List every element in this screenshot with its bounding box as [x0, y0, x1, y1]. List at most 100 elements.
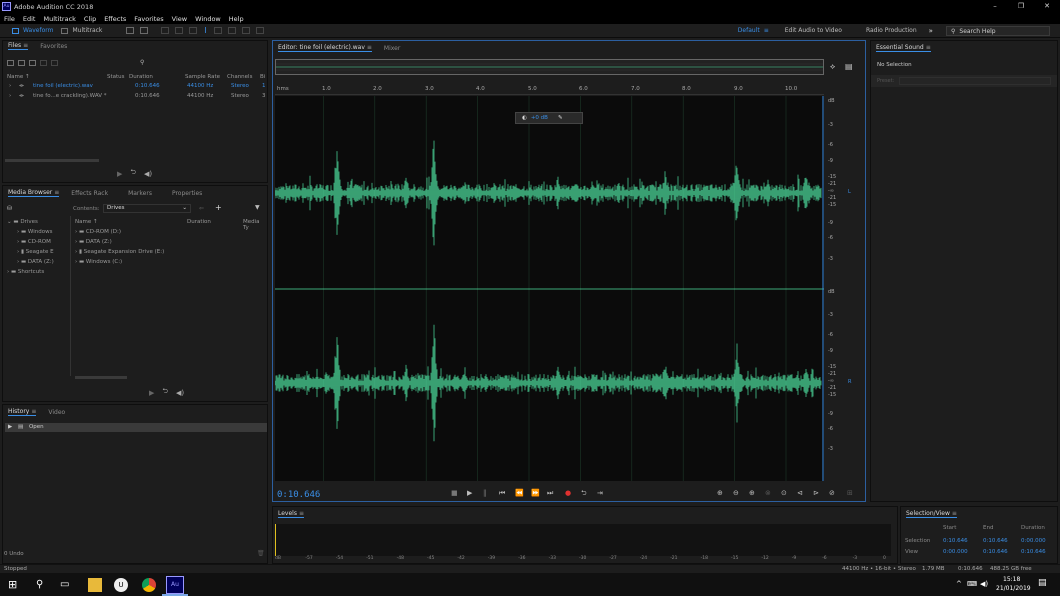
file-explorer-icon[interactable] [88, 578, 102, 592]
tab-essential-sound[interactable]: Essential Sound ≡ [876, 44, 931, 52]
zoom-in-point-icon[interactable]: ⊲ [797, 489, 803, 497]
gain-knob-icon[interactable]: ◐ [522, 115, 527, 121]
history-item[interactable]: ▶ ▤ Open [5, 423, 267, 432]
close-icon[interactable]: ✕ [1034, 0, 1060, 13]
file-row[interactable]: › ⟛ tine foil (electric).wav 0:10.646 44… [9, 83, 267, 91]
waveform-mode-button[interactable]: Waveform [8, 26, 57, 36]
maximize-icon[interactable]: ❐ [1008, 0, 1034, 13]
zoom-selection-icon[interactable]: ⊙ [781, 489, 787, 497]
pin-icon[interactable]: ✎ [558, 115, 563, 121]
tray-chevron-icon[interactable]: ^ [956, 580, 962, 588]
menu-window[interactable]: Window [195, 15, 221, 23]
open-file-icon[interactable] [7, 59, 14, 66]
loop-playback-icon[interactable]: ⮌ [581, 489, 587, 500]
search-icon[interactable]: ⚲ [36, 578, 50, 592]
zoom-out-full-icon[interactable]: ⊗ [765, 489, 771, 497]
files-search-icon[interactable]: ⚲ [140, 59, 144, 66]
col-bits[interactable]: Bi [260, 74, 265, 80]
selection-duration[interactable]: 0:00.000 [1021, 538, 1046, 544]
taskbar-time[interactable]: 15:18 [1003, 576, 1020, 583]
play-icon[interactable]: ▶ [467, 489, 472, 497]
add-shortcut-icon[interactable]: + [215, 203, 222, 212]
zoom-in-amplitude-icon[interactable]: ⊕ [717, 489, 723, 497]
marquee-tool-icon[interactable] [213, 27, 222, 34]
overview-navigator[interactable] [275, 59, 824, 75]
brush-tool-icon[interactable] [241, 27, 250, 34]
delete-history-icon[interactable]: 🗑 [257, 550, 265, 557]
multitrack-mode-button[interactable]: Multitrack [57, 26, 106, 36]
workspace-default[interactable]: Default [738, 27, 760, 34]
time-selection-tool-icon[interactable]: I [204, 26, 206, 35]
contents-dropdown[interactable]: Drives ⌄ [103, 204, 191, 213]
skip-to-start-icon[interactable]: ⏮ [499, 489, 505, 498]
chrome-icon[interactable] [142, 578, 156, 592]
network-icon[interactable]: ⌨ [967, 580, 977, 588]
menu-clip[interactable]: Clip [84, 15, 96, 23]
razor-tool-icon[interactable] [175, 27, 184, 34]
expand-icon[interactable]: › [9, 93, 11, 99]
menu-edit[interactable]: Edit [23, 15, 36, 23]
notifications-icon[interactable]: ▤ [1038, 578, 1047, 588]
windows-start-icon[interactable]: ⊞ [8, 578, 22, 592]
zoom-out-point-icon[interactable]: ⊳ [813, 489, 819, 497]
zoom-out-amplitude-icon[interactable]: ⊖ [733, 489, 739, 497]
workspace-edit-audio-to-video[interactable]: Edit Audio to Video [785, 27, 842, 34]
channel-left-button[interactable]: L [848, 189, 851, 195]
rewind-icon[interactable]: ⏪ [515, 489, 524, 497]
col-sample-rate[interactable]: Sample Rate [185, 74, 220, 80]
spot-healing-tool-icon[interactable] [255, 27, 264, 34]
tab-selection-view[interactable]: Selection/View ≡ [906, 510, 957, 518]
record-icon[interactable]: ● [565, 489, 571, 497]
list-item[interactable]: › ▬ Windows (C:) [75, 259, 265, 269]
volume-icon[interactable]: ◀) [980, 580, 988, 588]
file-row[interactable]: › ⟛ tine fo...e crackling).WAV * 0:10.64… [9, 93, 267, 101]
audition-taskbar-icon[interactable]: Au [166, 576, 184, 594]
tab-favorites[interactable]: Favorites [40, 43, 67, 50]
menu-favorites[interactable]: Favorites [134, 15, 163, 23]
delete-file-icon[interactable] [51, 59, 58, 66]
list-item[interactable]: › ▬ DATA (Z:) [75, 239, 265, 249]
tree-divider[interactable] [70, 216, 71, 376]
tree-item-seagate[interactable]: › ▮ Seagate E [7, 249, 69, 259]
tree-item-data[interactable]: › ▬ DATA (Z:) [7, 259, 69, 269]
menu-help[interactable]: Help [229, 15, 244, 23]
menu-view[interactable]: View [172, 15, 187, 23]
workspace-radio-production[interactable]: Radio Production [866, 27, 917, 34]
search-help-input[interactable]: ⚲ Search Help [946, 26, 1050, 36]
tab-levels[interactable]: Levels ≡ [278, 510, 304, 518]
col-duration[interactable]: Duration [129, 74, 153, 80]
hud-gain-control[interactable]: ◐ +0 dB ✎ [515, 112, 583, 124]
play-preview-icon[interactable]: ▶ [117, 170, 122, 178]
col-status[interactable]: Status [107, 74, 125, 80]
tab-mixer[interactable]: Mixer [384, 45, 400, 52]
stop-icon[interactable]: ■ [451, 489, 458, 497]
list-col-duration[interactable]: Duration [187, 219, 211, 225]
pause-icon[interactable]: ‖ [483, 489, 487, 497]
spectral-pitch-icon[interactable] [140, 27, 149, 34]
zoom-navigator-icon[interactable]: ⟡ [830, 62, 835, 72]
preset-dropdown[interactable] [899, 77, 1051, 85]
more-workspaces-icon[interactable]: » [929, 27, 933, 35]
autoplay-icon[interactable]: ◀) [144, 170, 152, 178]
navigator-menu-icon[interactable]: ▤ [845, 62, 853, 71]
fast-forward-icon[interactable]: ⏩ [531, 489, 540, 497]
zoom-in-out-icon[interactable]: ⊘ [829, 489, 835, 497]
slip-tool-icon[interactable] [189, 27, 198, 34]
tab-media-browser[interactable]: Media Browser ≡ [8, 189, 60, 197]
menu-multitrack[interactable]: Multitrack [43, 15, 75, 23]
tab-video[interactable]: Video [48, 409, 65, 416]
tree-item-cdrom[interactable]: › ▬ CD-ROM [7, 239, 69, 249]
view-duration[interactable]: 0:10.646 [1021, 549, 1046, 555]
insert-icon[interactable] [40, 59, 47, 66]
tab-effects-rack[interactable]: Effects Rack [71, 190, 108, 197]
zoom-in-time-icon[interactable]: ⊕ [749, 489, 755, 497]
new-file-icon[interactable] [29, 59, 36, 66]
skip-to-end-icon[interactable]: ⏭ [547, 489, 553, 498]
tree-item-drives[interactable]: ⌄ ▬ Drives [7, 219, 69, 229]
menu-file[interactable]: File [4, 15, 15, 23]
tree-item-shortcuts[interactable]: › ▬ Shortcuts [7, 269, 69, 279]
col-name[interactable]: Name ↑ [7, 74, 30, 80]
channel-right-button[interactable]: R [848, 379, 851, 385]
autoplay-icon[interactable]: ◀) [176, 389, 184, 397]
expand-icon[interactable]: › [9, 83, 11, 89]
